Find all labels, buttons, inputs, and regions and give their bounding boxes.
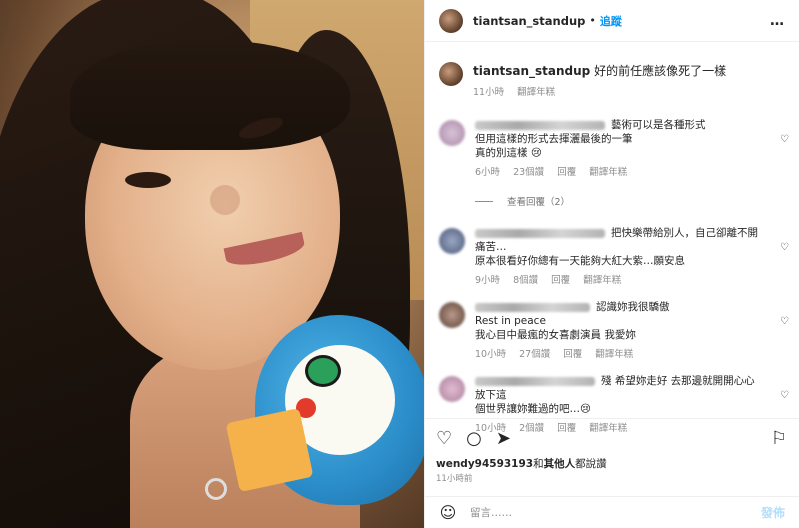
comment-likes[interactable]: 8個讚 xyxy=(513,275,538,286)
translate-link[interactable]: 翻譯年糕 xyxy=(583,275,621,286)
comment-like-heart-icon[interactable]: ♡ xyxy=(780,134,789,145)
post-photo xyxy=(0,0,424,528)
translate-link[interactable]: 翻譯年糕 xyxy=(595,349,633,360)
share-icon[interactable]: ➤ xyxy=(496,429,511,448)
photo-nose xyxy=(210,185,240,215)
reply-button[interactable]: 回覆 xyxy=(551,275,570,286)
caption-username[interactable]: tiantsan_standup xyxy=(473,64,590,78)
comment-text: 我心目中最瘋的女喜劇演員 我愛妳 xyxy=(475,329,636,341)
comment-like-heart-icon[interactable]: ♡ xyxy=(780,316,789,327)
follow-button[interactable]: 追蹤 xyxy=(600,13,622,29)
photo-eye-left xyxy=(125,172,171,188)
like-heart-icon[interactable]: ♡ xyxy=(436,429,452,448)
comment-like-heart-icon[interactable]: ♡ xyxy=(780,242,789,253)
replies-divider xyxy=(475,200,493,202)
post-comment-button[interactable]: 發佈 xyxy=(761,504,785,521)
photo-bangs xyxy=(70,40,350,150)
comment-text: 真的別這樣 😢 xyxy=(475,147,542,159)
comment-text: 藝術可以是各種形式 xyxy=(611,119,706,131)
view-replies-label: 查看回覆（2） xyxy=(507,197,571,208)
likes-and: 和 xyxy=(533,458,544,470)
caption-translate-link[interactable]: 翻譯年糕 xyxy=(517,87,555,98)
view-replies-button[interactable]: 查看回覆（2） xyxy=(475,194,765,208)
comment-like-heart-icon[interactable]: ♡ xyxy=(780,390,789,401)
commenter-avatar[interactable] xyxy=(439,228,465,254)
translate-link[interactable]: 翻譯年糕 xyxy=(589,167,627,178)
comment-time: 9小時 xyxy=(475,275,501,286)
commenter-avatar[interactable] xyxy=(439,302,465,328)
caption-avatar[interactable] xyxy=(439,62,463,86)
more-options-icon[interactable]: … xyxy=(770,13,785,29)
comment-time: 6小時 xyxy=(475,167,501,178)
commenter-avatar[interactable] xyxy=(439,376,465,402)
comment-likes[interactable]: 27個讚 xyxy=(519,349,550,360)
necklace-pendant xyxy=(205,478,227,500)
likes-suffix: 都說讚 xyxy=(575,458,607,470)
author-username[interactable]: tiantsan_standup xyxy=(473,14,585,28)
blurred-username[interactable] xyxy=(475,120,605,130)
comment-composer: ☺ 發佈 xyxy=(424,496,799,528)
comment-text: 個世界讓妳難過的吧…😢 xyxy=(475,403,591,415)
comment-item: 認識妳我很驕傲 Rest in peace 我心目中最瘋的女喜劇演員 我愛妳 1… xyxy=(425,300,799,360)
reply-button[interactable]: 回覆 xyxy=(563,349,582,360)
bookmark-icon[interactable]: ⚐ xyxy=(771,428,787,449)
blurred-username[interactable] xyxy=(475,228,605,238)
comment-icon[interactable]: ○ xyxy=(466,429,482,448)
likes-others[interactable]: 其他人 xyxy=(544,458,576,470)
caption-time: 11小時 xyxy=(473,87,505,98)
separator-dot: • xyxy=(589,14,596,27)
author-avatar[interactable] xyxy=(439,8,463,33)
comment-text: Rest in peace xyxy=(475,315,546,327)
emoji-icon[interactable]: ☺ xyxy=(438,503,458,522)
post-header: tiantsan_standup • 追蹤 … xyxy=(425,0,799,42)
caption-text: 好的前任應該像死了一樣 xyxy=(594,64,727,78)
likes-summary[interactable]: wendy94593193和其他人都說讚 xyxy=(436,456,607,471)
blurred-username[interactable] xyxy=(475,302,590,312)
comment-likes[interactable]: 23個讚 xyxy=(513,167,544,178)
commenter-avatar[interactable] xyxy=(439,120,465,146)
plush-toy-eye xyxy=(305,355,341,387)
reply-button[interactable]: 回覆 xyxy=(557,167,576,178)
comment-item: 把快樂帶給別人，自己卻離不開痛苦… 原本很看好你總有一天能夠大紅大紫…願安息 9… xyxy=(425,226,799,286)
post-timestamp: 11小時前 xyxy=(436,474,473,484)
comment-time: 10小時 xyxy=(475,349,507,360)
post-caption: tiantsan_standup 好的前任應該像死了一樣 11小時 翻譯年糕 xyxy=(425,42,799,98)
comment-text: 原本很看好你總有一天能夠大紅大紫…願安息 xyxy=(475,255,685,267)
comment-item: 藝術可以是各種形式 但用這樣的形式去揮灑最後的一筆 真的別這樣 😢 6小時 23… xyxy=(425,118,799,208)
comment-text: 認識妳我很驕傲 xyxy=(596,301,670,313)
comment-text: 但用這樣的形式去揮灑最後的一筆 xyxy=(475,133,633,145)
post-action-bar: ♡ ○ ➤ ⚐ xyxy=(424,418,799,450)
comment-input[interactable] xyxy=(470,506,720,519)
blurred-username[interactable] xyxy=(475,376,595,386)
likes-user[interactable]: wendy94593193 xyxy=(436,458,533,470)
